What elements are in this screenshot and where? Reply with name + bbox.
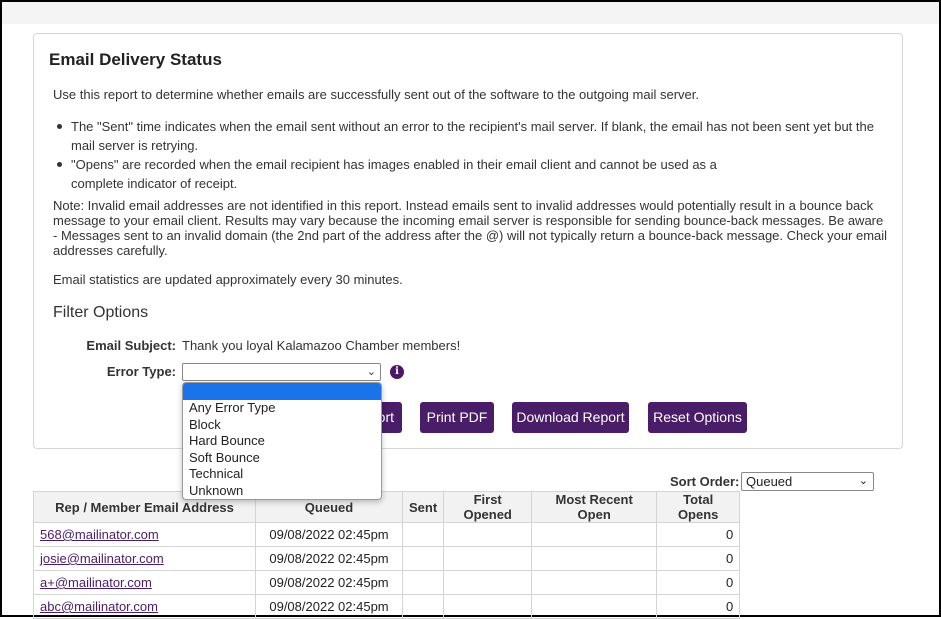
table-row: a+@mailinator.com 09/08/2022 02:45pm 0 [33, 570, 741, 595]
email-status-table: Rep / Member Email Address Queued Sent F… [33, 491, 741, 619]
col-most-recent-header[interactable]: Most Recent Open [531, 491, 658, 523]
first-opened-cell [443, 522, 533, 547]
email-subject-value: Thank you loyal Kalamazoo Chamber member… [182, 338, 461, 353]
error-type-label: Error Type: [106, 364, 176, 379]
email-link[interactable]: 568@mailinator.com [40, 527, 159, 542]
error-type-option-unknown[interactable]: Unknown [183, 483, 381, 500]
most-recent-cell [531, 570, 658, 595]
most-recent-cell [531, 522, 658, 547]
queued-cell: 09/08/2022 02:45pm [255, 570, 403, 595]
sort-order-select[interactable]: Queued ⌄ [741, 472, 874, 491]
queued-cell: 09/08/2022 02:45pm [255, 522, 403, 547]
sent-cell [401, 522, 445, 547]
total-opens-cell: 0 [656, 594, 741, 619]
download-report-button[interactable]: Download Report [512, 402, 629, 433]
filter-heading: Filter Options [53, 304, 149, 321]
page-title: Email Delivery Status [49, 50, 222, 69]
queued-cell: 09/08/2022 02:45pm [255, 546, 403, 571]
sent-cell [401, 546, 445, 571]
col-sent-header[interactable]: Sent [401, 491, 445, 523]
table-row: 568@mailinator.com 09/08/2022 02:45pm 0 [33, 522, 741, 547]
error-type-option-technical[interactable]: Technical [183, 466, 381, 483]
error-type-option-blank[interactable] [183, 383, 381, 400]
table-row: josie@mailinator.com 09/08/2022 02:45pm … [33, 546, 741, 571]
error-type-option-any[interactable]: Any Error Type [183, 400, 381, 417]
table-row: abc@mailinator.com 09/08/2022 02:45pm 0 [33, 594, 741, 619]
sort-order-value: Queued [746, 474, 793, 489]
first-opened-cell [443, 594, 533, 619]
reset-options-button[interactable]: Reset Options [648, 402, 747, 433]
most-recent-cell [531, 546, 658, 571]
stats-note: Email statistics are updated approximate… [53, 272, 403, 287]
print-pdf-button[interactable]: Print PDF [420, 402, 494, 433]
error-type-option-block[interactable]: Block [183, 417, 381, 434]
email-link[interactable]: abc@mailinator.com [40, 599, 158, 614]
total-opens-cell: 0 [656, 522, 741, 547]
top-bar [2, 2, 939, 24]
total-opens-cell: 0 [656, 570, 741, 595]
error-type-dropdown: Any Error Type Block Hard Bounce Soft Bo… [182, 382, 382, 500]
sent-cell [401, 570, 445, 595]
bullet-dot [57, 124, 62, 129]
note-text: Note: Invalid email addresses are not id… [53, 198, 888, 258]
bullet-sent: The "Sent" time indicates when the email… [57, 117, 876, 155]
most-recent-cell [531, 594, 658, 619]
email-link[interactable]: a+@mailinator.com [40, 575, 152, 590]
email-link[interactable]: josie@mailinator.com [40, 551, 164, 566]
email-delivery-panel: Email Delivery Status Use this report to… [33, 33, 903, 449]
email-subject-label: Email Subject: [86, 338, 176, 353]
first-opened-cell [443, 570, 533, 595]
email-cell: josie@mailinator.com [33, 546, 256, 571]
error-type-option-soft-bounce[interactable]: Soft Bounce [183, 450, 381, 467]
total-opens-cell: 0 [656, 546, 741, 571]
email-cell: a+@mailinator.com [33, 570, 256, 595]
bullet-sent-text: The "Sent" time indicates when the email… [71, 119, 874, 153]
sort-order-label: Sort Order: [670, 474, 740, 489]
col-total-opens-header[interactable]: Total Opens [656, 491, 741, 523]
col-first-opened-header[interactable]: First Opened [443, 491, 533, 523]
queued-cell: 09/08/2022 02:45pm [255, 594, 403, 619]
email-cell: 568@mailinator.com [33, 522, 256, 547]
bullet-opens-text: "Opens" are recorded when the email reci… [71, 157, 717, 191]
first-opened-cell [443, 546, 533, 571]
bullet-opens: "Opens" are recorded when the email reci… [57, 155, 721, 193]
chevron-down-icon: ⌄ [858, 475, 868, 487]
bullet-dot [57, 162, 62, 167]
email-cell: abc@mailinator.com [33, 594, 256, 619]
sent-cell [401, 594, 445, 619]
table-header-row: Rep / Member Email Address Queued Sent F… [33, 491, 741, 523]
chevron-down-icon: ⌄ [366, 366, 376, 378]
error-type-option-hard-bounce[interactable]: Hard Bounce [183, 433, 381, 450]
info-icon[interactable]: i [390, 365, 404, 379]
error-type-select[interactable]: ⌄ [182, 363, 381, 381]
intro-text: Use this report to determine whether ema… [53, 87, 699, 102]
